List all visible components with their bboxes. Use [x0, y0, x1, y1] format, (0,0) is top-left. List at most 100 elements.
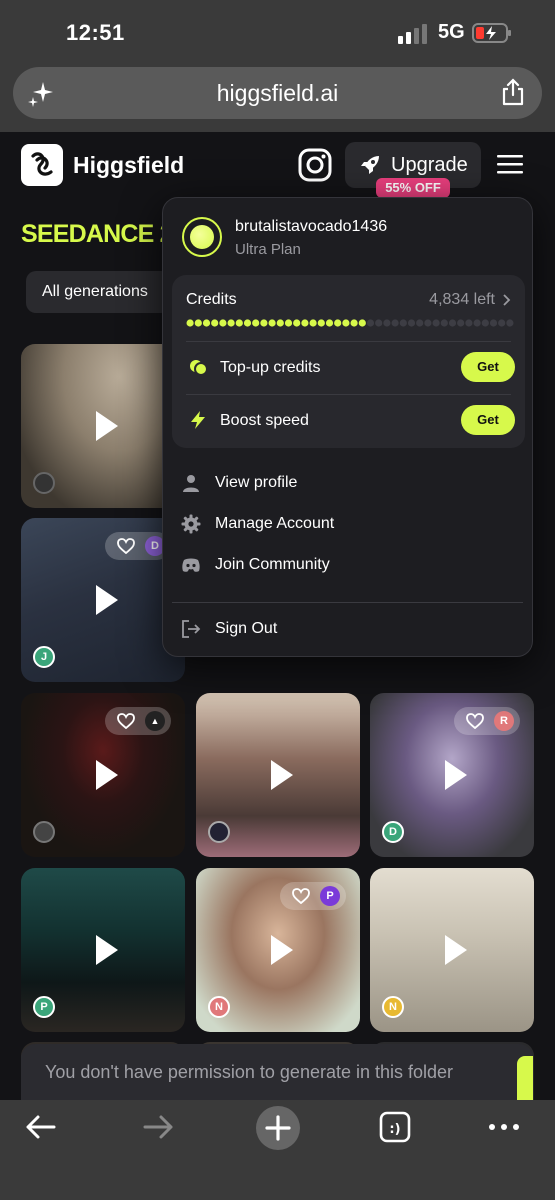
- play-icon[interactable]: [92, 585, 122, 615]
- generation-tile[interactable]: R D: [370, 693, 534, 857]
- progress-dot: [457, 319, 465, 327]
- section-title: SEEDANCE 2.: [21, 220, 180, 248]
- progress-dot: [350, 319, 358, 327]
- progress-dot: [473, 319, 481, 327]
- creator-avatar[interactable]: D: [382, 821, 404, 843]
- creator-avatar[interactable]: [33, 472, 55, 494]
- progress-dot: [366, 319, 375, 327]
- sign-out-icon: [182, 620, 201, 638]
- creator-avatar[interactable]: N: [382, 996, 404, 1018]
- heart-icon[interactable]: [466, 713, 484, 729]
- play-icon[interactable]: [92, 760, 122, 790]
- progress-dot: [399, 319, 407, 327]
- progress-dot: [342, 319, 350, 327]
- upgrade-label: Upgrade: [391, 154, 468, 176]
- chevron-right-icon[interactable]: [503, 294, 511, 306]
- status-time: 12:51: [66, 20, 125, 45]
- tabs-icon[interactable]: :): [378, 1110, 412, 1144]
- credits-remaining[interactable]: 4,834 left: [429, 291, 495, 309]
- progress-dot: [293, 319, 301, 327]
- play-icon[interactable]: [267, 760, 297, 790]
- discord-icon: [182, 558, 200, 572]
- more-options-icon[interactable]: [487, 1110, 521, 1144]
- progress-dot: [325, 319, 334, 327]
- liker-avatar: ▲: [145, 711, 165, 731]
- heart-icon[interactable]: [117, 538, 135, 554]
- creator-avatar[interactable]: [33, 821, 55, 843]
- hamburger-menu-icon[interactable]: [497, 154, 523, 174]
- creator-avatar[interactable]: [208, 821, 230, 843]
- lightning-icon: [191, 411, 205, 429]
- liker-avatar: R: [494, 711, 514, 731]
- address-bar[interactable]: higgsfield.ai: [13, 67, 542, 119]
- progress-dot: [375, 319, 383, 327]
- play-icon[interactable]: [92, 411, 122, 441]
- generation-tile[interactable]: P: [21, 868, 185, 1032]
- view-profile-item[interactable]: View profile: [181, 468, 511, 498]
- generation-tile[interactable]: D J: [21, 518, 185, 682]
- heart-icon[interactable]: [292, 888, 310, 904]
- like-pill[interactable]: R: [454, 707, 520, 735]
- new-tab-icon[interactable]: [255, 1105, 301, 1151]
- play-icon[interactable]: [267, 935, 297, 965]
- app-content: Higgsfield Upgrade 55% OFF SEEDANCE 2. A…: [0, 132, 555, 1100]
- progress-dot: [358, 319, 366, 327]
- generation-tile[interactable]: ▲: [21, 693, 185, 857]
- username: brutalistavocado1436: [235, 218, 388, 235]
- progress-dot: [481, 319, 489, 327]
- progress-dot: [334, 319, 342, 327]
- play-icon[interactable]: [441, 935, 471, 965]
- progress-dot: [284, 319, 293, 327]
- generation-tile[interactable]: [21, 344, 185, 508]
- sign-out-item[interactable]: Sign Out: [181, 614, 511, 644]
- generation-tile[interactable]: P N: [196, 868, 360, 1032]
- like-pill[interactable]: P: [280, 882, 346, 910]
- progress-dot: [448, 319, 457, 327]
- progress-dot: [227, 319, 235, 327]
- progress-dot: [211, 319, 219, 327]
- progress-dot: [268, 319, 276, 327]
- toast-message: You don't have permission to generate in…: [45, 1062, 454, 1082]
- app-header: Higgsfield Upgrade 55% OFF: [0, 132, 555, 198]
- progress-dot: [202, 319, 211, 327]
- progress-dot: [194, 319, 202, 327]
- progress-dot: [252, 319, 260, 327]
- progress-dot: [276, 319, 284, 327]
- heart-icon[interactable]: [117, 713, 135, 729]
- filter-dropdown[interactable]: All generations: [26, 271, 171, 313]
- boost-label: Boost speed: [220, 412, 309, 429]
- play-icon[interactable]: [92, 935, 122, 965]
- forward-arrow-icon[interactable]: [141, 1110, 175, 1144]
- credits-card: Credits 4,834 left Top-up credits Get Bo…: [172, 275, 525, 448]
- manage-account-item[interactable]: Manage Account: [181, 509, 511, 539]
- higgsfield-logo[interactable]: [21, 144, 63, 186]
- battery-icon: [472, 23, 511, 43]
- url-text[interactable]: higgsfield.ai: [13, 80, 542, 107]
- instagram-icon[interactable]: [298, 148, 332, 182]
- plan-name: Ultra Plan: [235, 241, 301, 258]
- menu-label: Manage Account: [215, 515, 335, 532]
- progress-dot: [243, 319, 252, 327]
- like-pill[interactable]: ▲: [105, 707, 171, 735]
- play-icon[interactable]: [441, 760, 471, 790]
- liker-avatar: P: [320, 886, 340, 906]
- brand-name[interactable]: Higgsfield: [73, 152, 184, 179]
- progress-dot: [309, 319, 317, 327]
- back-arrow-icon[interactable]: [24, 1110, 58, 1144]
- menu-label: View profile: [215, 474, 298, 491]
- topup-get-button[interactable]: Get: [461, 352, 515, 382]
- browser-bottom-bar: :): [0, 1100, 555, 1200]
- share-icon[interactable]: [500, 78, 526, 106]
- creator-avatar[interactable]: P: [33, 996, 55, 1018]
- logo-icon: [31, 152, 53, 176]
- user-avatar[interactable]: [182, 217, 222, 257]
- join-community-item[interactable]: Join Community: [181, 550, 511, 580]
- creator-avatar[interactable]: N: [208, 996, 230, 1018]
- divider: [186, 394, 511, 395]
- progress-dot: [235, 319, 243, 327]
- generation-tile[interactable]: [196, 693, 360, 857]
- generation-tile[interactable]: N: [370, 868, 534, 1032]
- creator-avatar[interactable]: J: [33, 646, 55, 668]
- menu-label: Sign Out: [215, 620, 278, 637]
- boost-get-button[interactable]: Get: [461, 405, 515, 435]
